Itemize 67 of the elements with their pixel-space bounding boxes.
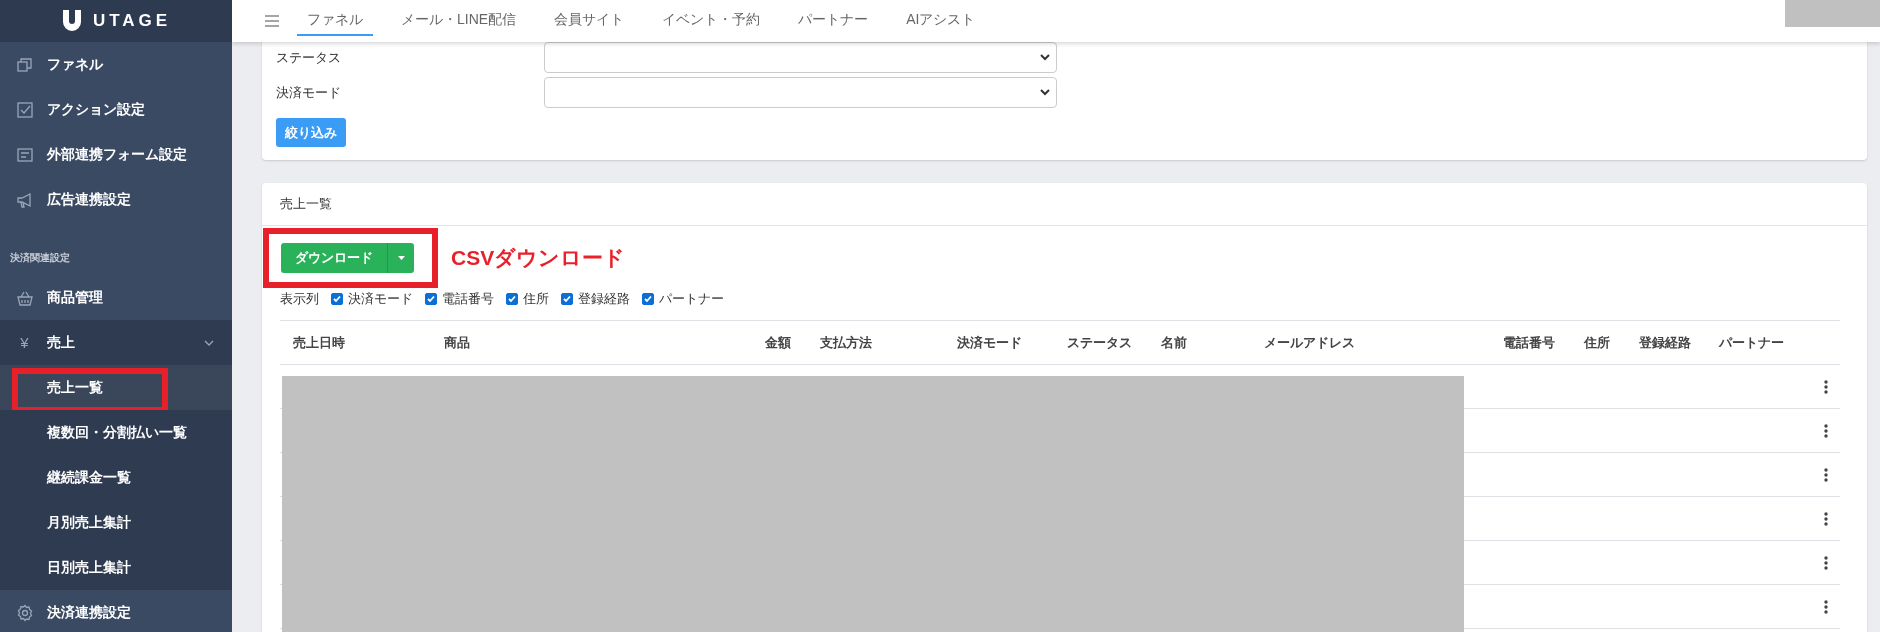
sidebar-subitem[interactable]: 月別売上集計 xyxy=(0,500,232,545)
sidebar-subitem[interactable]: 複数回・分割払い一覧 xyxy=(0,410,232,455)
sidebar-subitem[interactable]: 日別売上集計 xyxy=(0,545,232,590)
column-header: 登録経路 xyxy=(1639,334,1691,350)
select-field[interactable] xyxy=(544,42,1057,73)
column-header: メールアドレス xyxy=(1264,334,1355,350)
more-icon[interactable] xyxy=(1824,379,1828,394)
sidebar-item[interactable]: 商品管理 xyxy=(0,275,232,320)
columns-label: 表示列 xyxy=(280,290,319,308)
checkbox[interactable] xyxy=(642,293,654,305)
checkbox-icon xyxy=(15,100,34,119)
column-header: 名前 xyxy=(1161,334,1187,350)
more-icon[interactable] xyxy=(1824,467,1828,482)
column-header: 住所 xyxy=(1584,334,1610,350)
checkbox[interactable] xyxy=(331,293,343,305)
checkbox[interactable] xyxy=(561,293,573,305)
annotation-label: CSVダウンロード xyxy=(451,245,626,271)
nav-tab[interactable]: パートナー xyxy=(788,6,879,36)
logo-text: UTAGE xyxy=(92,11,172,31)
nav-tab[interactable]: AIアシスト xyxy=(896,6,986,36)
column-header: 売上日時 xyxy=(293,334,345,350)
gear-icon xyxy=(15,603,34,622)
column-header: 金額 xyxy=(765,334,791,350)
more-icon[interactable] xyxy=(1824,599,1828,614)
column-header: 商品 xyxy=(444,334,470,350)
sidebar-item[interactable]: ¥ 売上 xyxy=(0,320,232,365)
form-icon xyxy=(15,145,34,164)
sidebar-item[interactable]: 広告連携設定 xyxy=(0,177,232,222)
yen-icon: ¥ xyxy=(20,334,29,351)
chevron-icon xyxy=(1040,89,1050,96)
sidebar-subitem[interactable]: 継続課金一覧 xyxy=(0,455,232,500)
nav-tab[interactable]: ファネル xyxy=(297,6,373,36)
checkbox-label: 住所 xyxy=(523,290,549,308)
nav-tab[interactable]: メール・LINE配信 xyxy=(391,6,527,36)
field-label: ステータス xyxy=(276,48,342,67)
sidebar-item[interactable]: ファネル xyxy=(0,42,232,87)
nav-tab[interactable]: 会員サイト xyxy=(544,6,635,36)
checkbox[interactable] xyxy=(425,293,437,305)
sidebar-item[interactable]: 外部連携フォーム設定 xyxy=(0,132,232,177)
column-header: パートナー xyxy=(1719,334,1784,350)
chevron-icon xyxy=(1040,54,1050,61)
checkbox-label: 電話番号 xyxy=(442,290,494,308)
column-header: ステータス xyxy=(1067,334,1132,350)
more-icon[interactable] xyxy=(1824,511,1828,526)
caret-icon xyxy=(397,256,405,260)
sidebar-item[interactable]: アクション設定 xyxy=(0,87,232,132)
nav-tab[interactable]: イベント・予約 xyxy=(652,6,771,36)
checkbox[interactable] xyxy=(506,293,518,305)
column-header: 電話番号 xyxy=(1503,334,1555,350)
column-header: 決済モード xyxy=(957,334,1022,350)
card-title: 売上一覧 xyxy=(280,195,332,213)
sidebar-section-label: 決済関連設定 xyxy=(9,251,71,265)
checkbox-label: パートナー xyxy=(659,290,724,308)
logo-icon xyxy=(60,9,83,33)
windows-icon xyxy=(15,55,34,74)
megaphone-icon xyxy=(15,190,34,209)
more-icon[interactable] xyxy=(1824,555,1828,570)
more-icon[interactable] xyxy=(1824,423,1828,438)
checkbox-label: 決済モード xyxy=(348,290,413,308)
dropdown-toggle[interactable] xyxy=(388,243,414,273)
chevron-icon xyxy=(204,339,214,346)
checkbox-label: 登録経路 xyxy=(578,290,630,308)
column-header: 支払方法 xyxy=(820,334,872,350)
select-field[interactable] xyxy=(544,77,1057,108)
field-label: 決済モード xyxy=(276,83,342,102)
sidebar-item[interactable]: 決済連携設定 xyxy=(0,590,232,632)
sidebar-subitem[interactable]: 売上一覧 xyxy=(0,365,232,410)
